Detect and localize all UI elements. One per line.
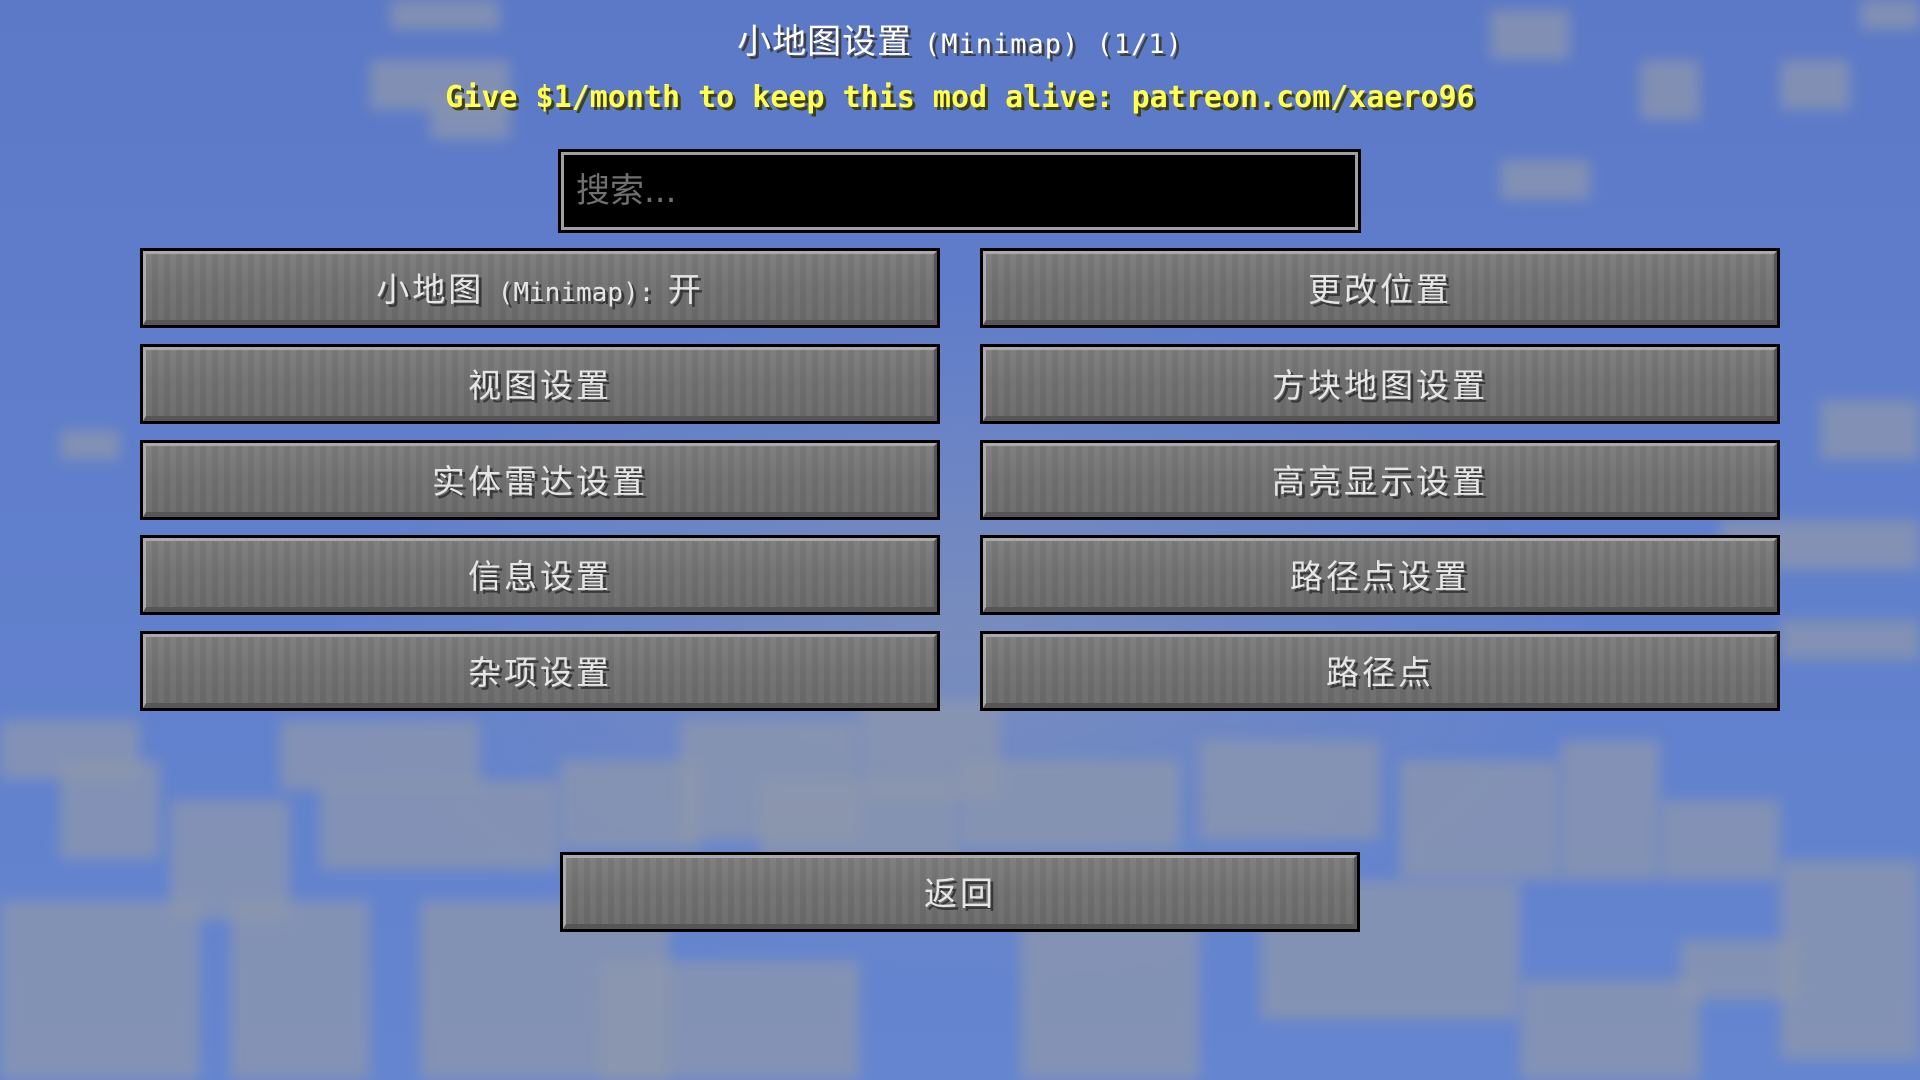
search-input[interactable] [564, 155, 1355, 227]
back-label: 返回 [924, 874, 996, 913]
minimap-toggle-label: 小地图 (Minimap): 开 [376, 263, 704, 311]
waypoint-settings-label: 路径点设置 [1290, 557, 1470, 596]
info-settings-label: 信息设置 [468, 557, 612, 596]
entity-radar-settings-button[interactable]: 实体雷达设置 [140, 440, 940, 520]
misc-settings-label: 杂项设置 [468, 653, 612, 692]
change-position-label: 更改位置 [1308, 270, 1452, 309]
minimap-toggle-label-value: 开 [667, 270, 704, 309]
waypoint-settings-button[interactable]: 路径点设置 [980, 535, 1780, 615]
block-map-settings-label: 方块地图设置 [1272, 366, 1488, 405]
misc-settings-button[interactable]: 杂项设置 [140, 631, 940, 711]
waypoints-button[interactable]: 路径点 [980, 631, 1780, 711]
minimap-toggle-button[interactable]: 小地图 (Minimap): 开 [140, 248, 940, 328]
waypoints-label: 路径点 [1326, 653, 1434, 692]
highlight-settings-label: 高亮显示设置 [1272, 462, 1488, 501]
minimap-toggle-label-mono: (Minimap): [497, 278, 655, 308]
change-position-button[interactable]: 更改位置 [980, 248, 1780, 328]
screen-title-main: 小地图设置 [737, 22, 913, 62]
view-settings-button[interactable]: 视图设置 [140, 344, 940, 424]
back-button[interactable]: 返回 [560, 852, 1360, 932]
block-map-settings-button[interactable]: 方块地图设置 [980, 344, 1780, 424]
screen-title: 小地图设置 (Minimap) (1/1) [0, 14, 1920, 63]
info-settings-button[interactable]: 信息设置 [140, 535, 940, 615]
view-settings-label: 视图设置 [468, 366, 612, 405]
screen-title-suffix: (Minimap) (1/1) [923, 29, 1183, 60]
entity-radar-settings-label: 实体雷达设置 [432, 462, 648, 501]
minimap-toggle-label-prefix: 小地图 [376, 270, 485, 309]
highlight-settings-button[interactable]: 高亮显示设置 [980, 440, 1780, 520]
patreon-message: Give $1/month to keep this mod alive: pa… [445, 80, 1475, 115]
search-box[interactable] [558, 149, 1361, 233]
